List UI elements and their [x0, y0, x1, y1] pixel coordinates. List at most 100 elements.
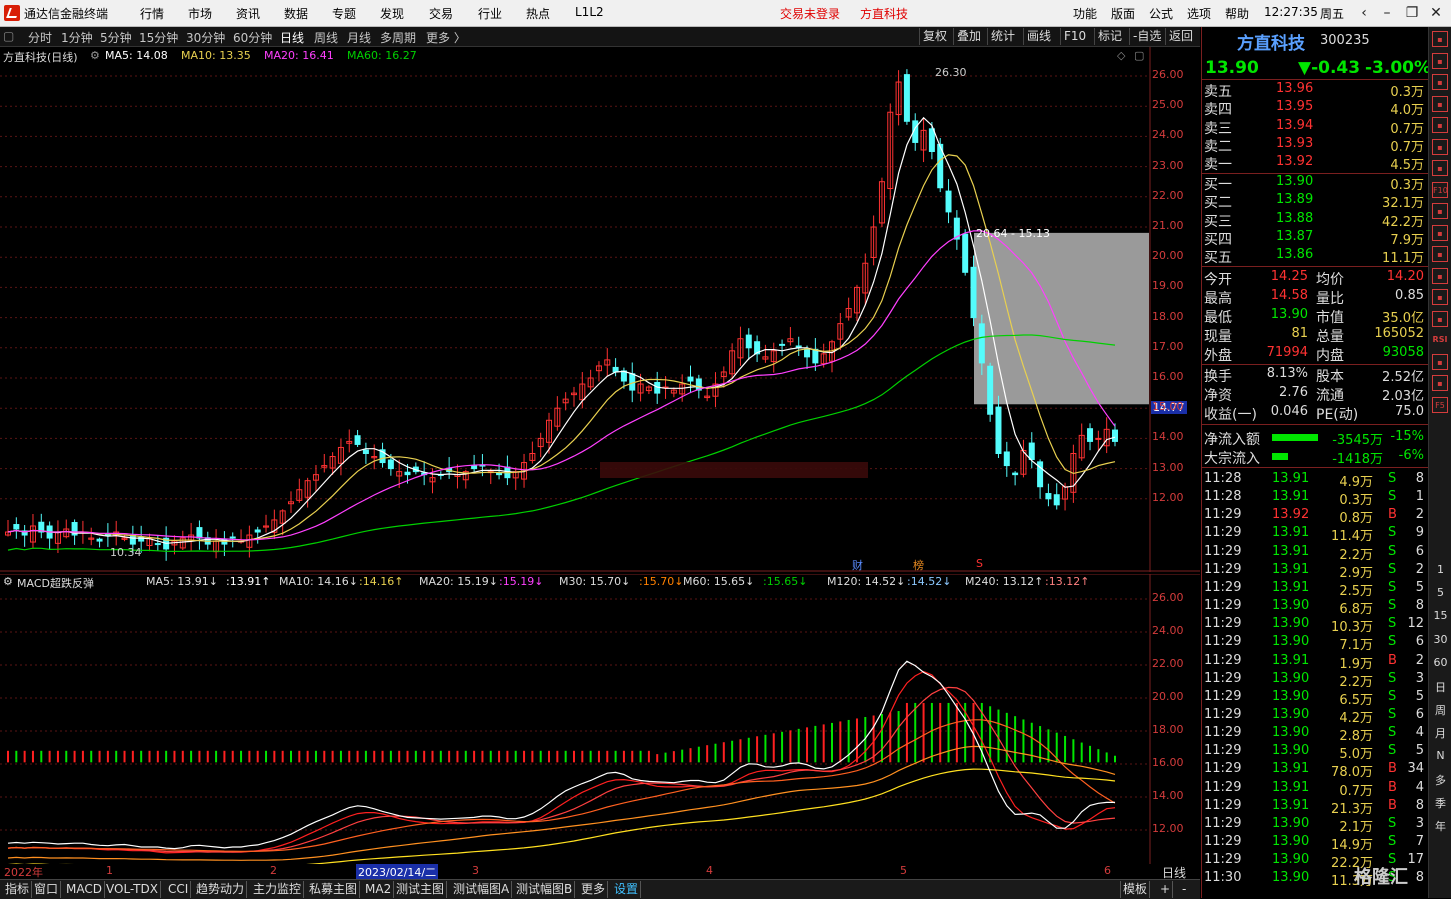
- tool-back[interactable]: 返回: [1165, 28, 1196, 45]
- marker-finance[interactable]: 财: [852, 557, 863, 573]
- bottom-tab-13[interactable]: 设置: [612, 881, 642, 898]
- candle-body[interactable]: [13, 524, 20, 530]
- period-daily[interactable]: 日线: [280, 29, 304, 46]
- tool-stats[interactable]: 统计: [987, 28, 1018, 45]
- minimize-icon[interactable]: –: [1377, 3, 1397, 23]
- kline-chart[interactable]: 方直科技(日线) ⚙ MA5: 14.08 MA10: 13.35 MA20: …: [0, 47, 1200, 572]
- period-weekly[interactable]: 周线: [314, 29, 338, 46]
- candle-body[interactable]: [687, 376, 694, 382]
- rsi-icon[interactable]: RSI: [1432, 332, 1448, 348]
- bottom-tab-8[interactable]: MA2: [363, 881, 395, 898]
- candle-body[interactable]: [96, 538, 103, 542]
- strip-period-5[interactable]: 日: [1429, 679, 1451, 695]
- restore-icon[interactable]: ❐: [1402, 3, 1422, 23]
- bottom-tab-5[interactable]: 趋势动力: [194, 881, 248, 898]
- candle-body[interactable]: [496, 472, 503, 476]
- fl-icon[interactable]: ▪: [1432, 267, 1448, 284]
- candle-body[interactable]: [1012, 472, 1019, 476]
- bottom-tab-0[interactable]: 指标: [3, 881, 33, 898]
- bottom-tab-1[interactable]: 窗口: [32, 881, 62, 898]
- marker-rank[interactable]: 榜: [913, 557, 924, 573]
- candle-body[interactable]: [1003, 451, 1010, 467]
- tool-adjust[interactable]: 复权: [919, 28, 950, 45]
- bottom-tab-2[interactable]: MACD: [64, 881, 105, 898]
- candle-body[interactable]: [987, 365, 994, 415]
- menu-formula[interactable]: 公式: [1149, 5, 1173, 22]
- trend-icon[interactable]: ▪: [1432, 138, 1448, 155]
- candle-body[interactable]: [1028, 442, 1035, 461]
- period-multi[interactable]: 多周期: [380, 29, 416, 46]
- bottom-tab-9[interactable]: 测试主图: [394, 881, 448, 898]
- strip-period-3[interactable]: 30: [1429, 633, 1451, 646]
- strip-period-4[interactable]: 60: [1429, 656, 1451, 669]
- period-15min[interactable]: 15分钟: [139, 29, 178, 46]
- candle-body[interactable]: [1087, 428, 1094, 442]
- candle-body[interactable]: [812, 348, 819, 364]
- macd-chart[interactable]: ⚙ MACD超跌反弹 MA5: 13.91↓:13.91↑ MA10: 14.16…: [0, 574, 1200, 864]
- chart-icon[interactable]: ▪: [1432, 74, 1448, 90]
- move-icon[interactable]: ▪: [1432, 375, 1448, 391]
- menu-topics[interactable]: 专题: [332, 5, 356, 22]
- arrow-up-icon[interactable]: ▪: [1432, 31, 1448, 47]
- menu-industry[interactable]: 行业: [478, 5, 502, 22]
- strip-period-1[interactable]: 5: [1429, 586, 1451, 599]
- f10-icon[interactable]: F10: [1432, 181, 1448, 198]
- zoom-in-button[interactable]: +: [1158, 881, 1174, 898]
- candle-body[interactable]: [404, 471, 411, 476]
- candle-body[interactable]: [387, 459, 394, 470]
- period-5min[interactable]: 5分钟: [100, 29, 132, 46]
- period-intraday[interactable]: 分时: [28, 29, 52, 46]
- candle-body[interactable]: [129, 534, 136, 545]
- menu-l1l2[interactable]: L1L2: [575, 5, 604, 19]
- candle-body[interactable]: [1045, 493, 1052, 500]
- candle-body[interactable]: [471, 464, 478, 470]
- macd-settings-icon[interactable]: ⚙: [3, 575, 13, 588]
- macd-svg[interactable]: [0, 574, 1200, 864]
- tool-f10[interactable]: F10: [1060, 28, 1089, 45]
- menu-help[interactable]: 帮助: [1225, 5, 1249, 22]
- range-box[interactable]: [974, 232, 1149, 405]
- tool-overlay[interactable]: 叠加: [953, 28, 984, 45]
- candle-body[interactable]: [903, 74, 910, 122]
- menu-market[interactable]: 市场: [188, 5, 212, 22]
- wave-icon[interactable]: ▪: [1432, 310, 1448, 327]
- menu-quotes[interactable]: 行情: [140, 5, 164, 22]
- bottom-tab-12[interactable]: 更多: [579, 881, 609, 898]
- candle-body[interactable]: [1053, 494, 1060, 506]
- back-arrow-icon[interactable]: ‹: [1354, 3, 1374, 23]
- menu-discover[interactable]: 发现: [380, 5, 404, 22]
- trade-login-status[interactable]: 交易未登录: [780, 5, 840, 22]
- candle-body[interactable]: [362, 449, 369, 455]
- grid-icon[interactable]: ▪: [1432, 52, 1448, 69]
- menu-news[interactable]: 资讯: [236, 5, 260, 22]
- strip-period-11[interactable]: 年: [1429, 818, 1451, 834]
- menu-data[interactable]: 数据: [284, 5, 308, 22]
- candle-body[interactable]: [804, 348, 811, 358]
- fz-icon[interactable]: ▪: [1432, 246, 1448, 262]
- period-60min[interactable]: 60分钟: [233, 29, 272, 46]
- table-icon[interactable]: ▪: [1432, 224, 1448, 241]
- menu-layout[interactable]: 版面: [1111, 5, 1135, 22]
- zoom-out-button[interactable]: -: [1180, 881, 1188, 898]
- candle-icon[interactable]: ▪: [1432, 160, 1448, 176]
- strip-period-10[interactable]: 季: [1429, 795, 1451, 811]
- list-icon[interactable]: ▪: [1432, 117, 1448, 133]
- candle-body[interactable]: [970, 266, 977, 319]
- s-icon[interactable]: ▪: [1432, 353, 1448, 370]
- bottom-tab-6[interactable]: 主力监控: [251, 881, 305, 898]
- tool-watchlist[interactable]: -自选: [1129, 28, 1164, 45]
- period-monthly[interactable]: 月线: [347, 29, 371, 46]
- candle-body[interactable]: [254, 529, 261, 533]
- bottom-tab-10[interactable]: 测试幅图A: [451, 881, 513, 898]
- candle-body[interactable]: [745, 334, 752, 349]
- period-more[interactable]: 更多 〉: [426, 29, 466, 46]
- bottom-tab-4[interactable]: CCI: [166, 881, 192, 898]
- candle-body[interactable]: [196, 527, 203, 539]
- period-30min[interactable]: 30分钟: [186, 29, 225, 46]
- bottom-tab-3[interactable]: VOL-TDX: [104, 881, 161, 898]
- bar-icon[interactable]: ▪: [1432, 95, 1448, 112]
- strip-period-9[interactable]: 多: [1429, 772, 1451, 788]
- close-icon[interactable]: ✕: [1426, 3, 1446, 23]
- tool-draw[interactable]: 画线: [1023, 28, 1054, 45]
- tool-mark[interactable]: 标记: [1094, 28, 1125, 45]
